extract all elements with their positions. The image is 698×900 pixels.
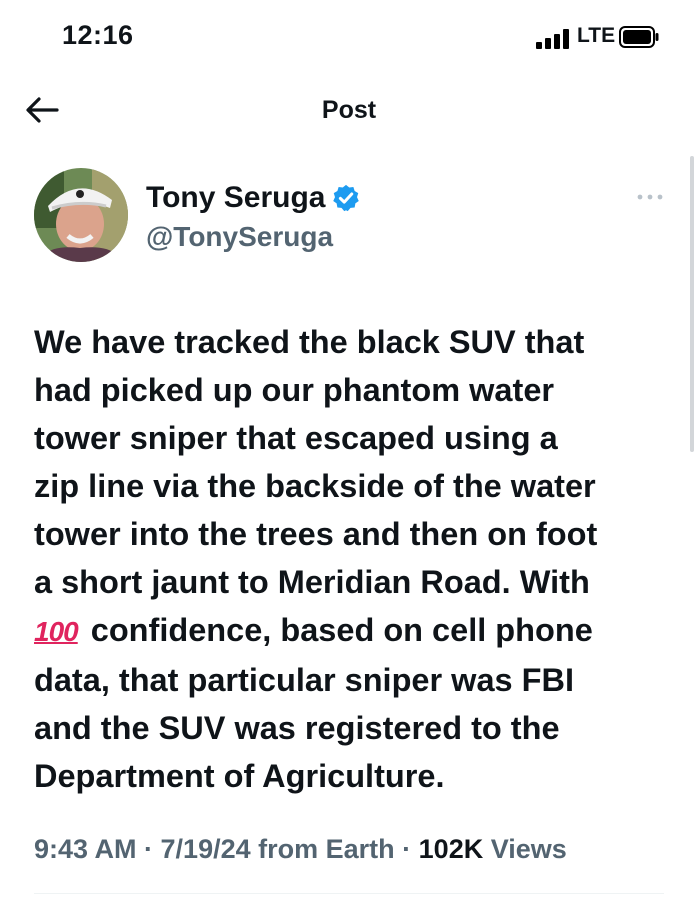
avatar[interactable] — [34, 168, 128, 262]
author-name[interactable]: Tony Seruga — [146, 181, 325, 215]
meta-separator: · — [394, 834, 419, 864]
hundred-points-emoji-icon: 100 — [34, 616, 79, 647]
post-line: a short jaunt to Meridian Road. With — [34, 564, 590, 600]
avatar-photo — [34, 168, 128, 262]
post-date: 7/19/24 — [160, 834, 251, 864]
divider — [34, 893, 664, 894]
post-line: We have tracked the black SUV that — [34, 324, 585, 360]
post-line: and the SUV was registered to the — [34, 710, 560, 746]
battery-icon — [619, 26, 659, 48]
post-time: 9:43 AM — [34, 834, 137, 864]
page-title: Post — [321, 96, 377, 124]
views-label: Views — [483, 834, 567, 864]
top-nav-bar: Post — [0, 76, 698, 146]
post-text: We have tracked the black SUV that had p… — [34, 318, 674, 800]
meta-separator: · — [136, 834, 161, 864]
post-meta: 9:43 AM · 7/19/24 from Earth · 102K View… — [34, 834, 567, 865]
scrollbar[interactable] — [690, 156, 694, 452]
post-line-text: confidence, based on cell phone — [81, 612, 593, 648]
post-line: Department of Agriculture. — [34, 758, 445, 794]
post-line-with-emoji: 100 confidence, based on cell phone — [34, 606, 674, 656]
author-handle[interactable]: @TonySeruga — [146, 221, 333, 253]
post-line: had picked up our phantom water — [34, 372, 555, 408]
more-options-icon[interactable] — [636, 191, 664, 203]
author-name-row: Tony Seruga — [146, 178, 361, 218]
verified-badge-icon — [333, 184, 360, 212]
status-bar: 12:16 LTE — [0, 0, 698, 76]
post-line: data, that particular sniper was FBI — [34, 662, 574, 698]
post-source: from Earth — [250, 834, 395, 864]
post-line: tower sniper that escaped using a — [34, 420, 558, 456]
views-count[interactable]: 102K — [419, 834, 484, 864]
status-time: 12:16 — [62, 20, 134, 50]
post-line: zip line via the backside of the water — [34, 468, 596, 504]
post-line: tower into the trees and then on foot — [34, 516, 598, 552]
cellular-signal-icon — [536, 29, 569, 49]
network-type: LTE — [577, 24, 616, 47]
